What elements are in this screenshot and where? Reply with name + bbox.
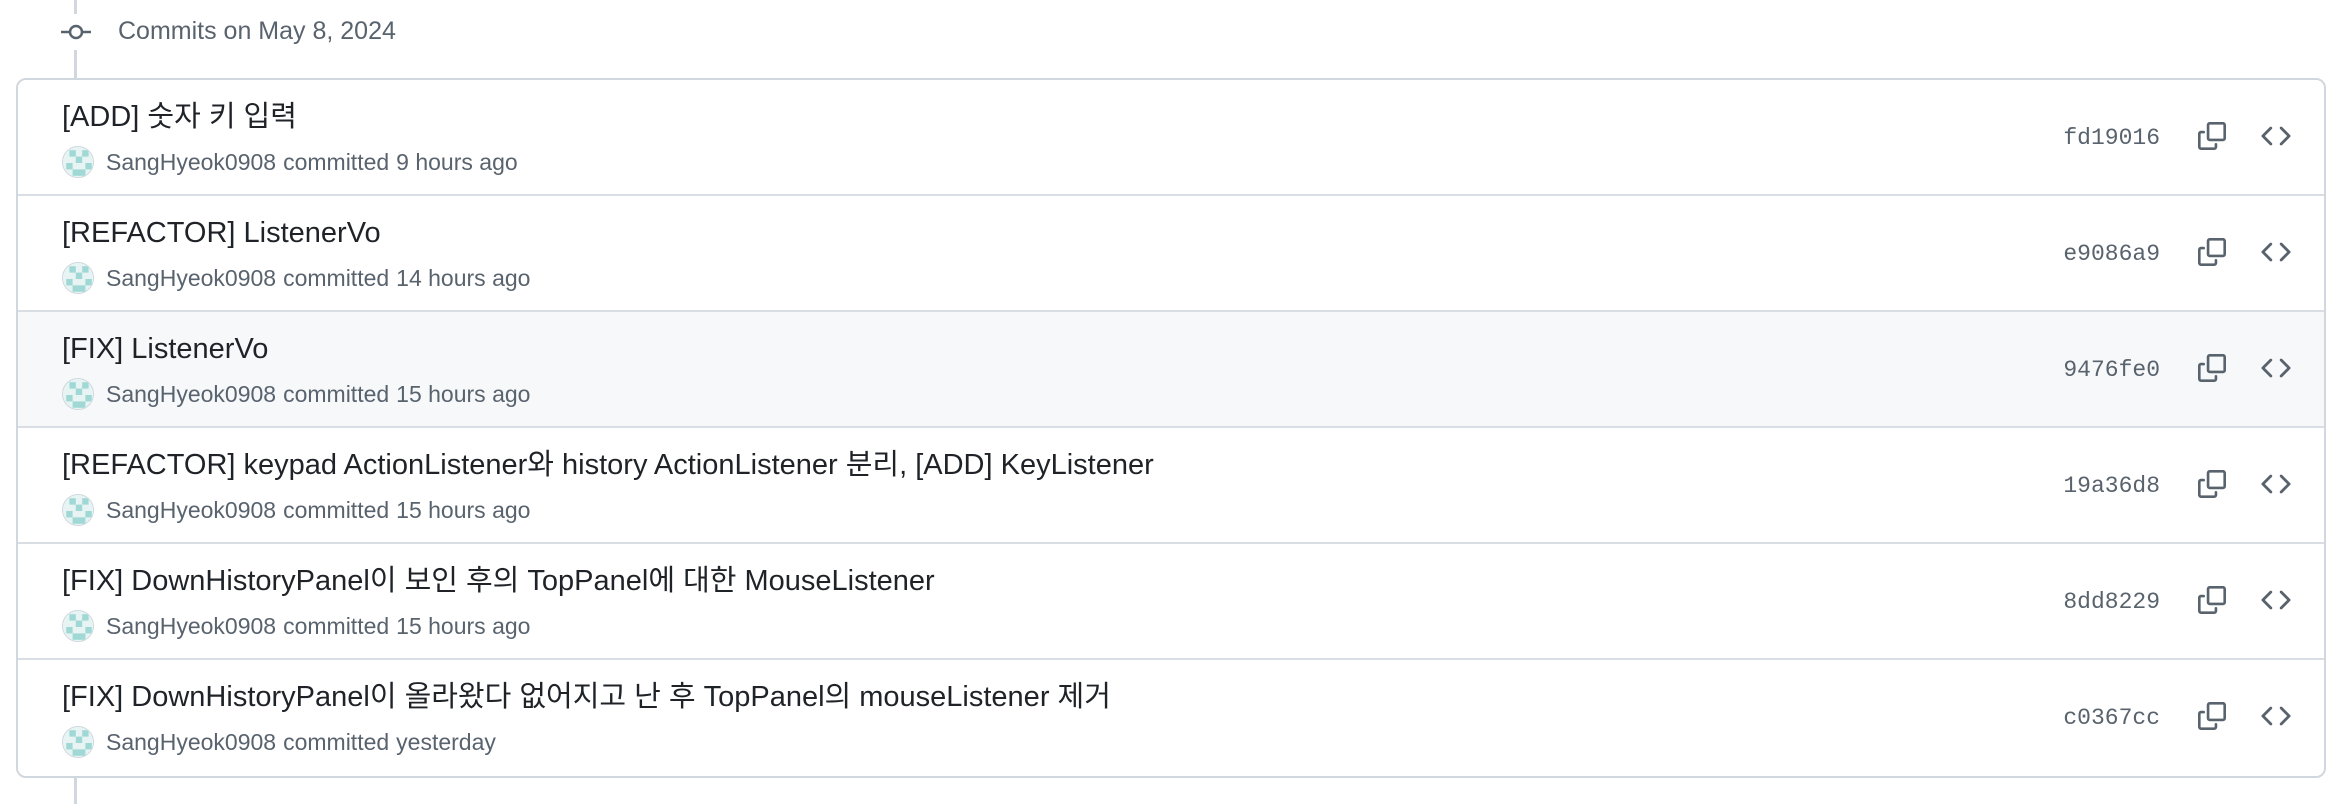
commit-row: [REFACTOR] keypad ActionListener와 histor…	[18, 428, 2324, 544]
commit-action-text: committed	[283, 612, 390, 639]
copy-icon	[2198, 701, 2226, 735]
copy-icon	[2198, 585, 2226, 619]
commit-list: [ADD] 숫자 키 입력 SangHyeok0908 committed 9 …	[16, 78, 2326, 778]
commit-sha-link[interactable]: 19a36d8	[2063, 468, 2160, 504]
copy-sha-button[interactable]	[2188, 694, 2236, 742]
copy-sha-button[interactable]	[2188, 578, 2236, 626]
commit-sha-link[interactable]: e9086a9	[2063, 236, 2160, 272]
avatar[interactable]	[62, 146, 94, 178]
commit-row: [FIX] DownHistoryPanel이 보인 후의 TopPanel에 …	[18, 544, 2324, 660]
code-icon	[2261, 353, 2291, 388]
commit-meta: SangHyeok0908 committed 14 hours ago	[62, 262, 530, 294]
avatar[interactable]	[62, 610, 94, 642]
code-icon	[2261, 121, 2291, 156]
commit-meta: SangHyeok0908 committed 15 hours ago	[62, 610, 530, 642]
copy-sha-button[interactable]	[2188, 346, 2236, 394]
commit-action-text: committed	[283, 496, 390, 523]
commit-row: [REFACTOR] ListenerVo SangHyeok0908 comm…	[18, 196, 2324, 312]
commit-meta: SangHyeok0908 committed 9 hours ago	[62, 146, 518, 178]
commit-author-link[interactable]: SangHyeok0908	[106, 497, 276, 524]
copy-sha-button[interactable]	[2188, 462, 2236, 510]
commit-author-link[interactable]: SangHyeok0908	[106, 149, 276, 176]
commit-row: [ADD] 숫자 키 입력 SangHyeok0908 committed 9 …	[18, 80, 2324, 196]
commit-author-link[interactable]: SangHyeok0908	[106, 265, 276, 292]
commit-action-text: committed	[283, 264, 390, 291]
commit-group-title: Commits on May 8, 2024	[118, 17, 396, 45]
commit-message-link[interactable]: [REFACTOR] keypad ActionListener와 histor…	[62, 446, 1154, 484]
code-icon	[2261, 701, 2291, 736]
commit-action-text: committed	[283, 728, 390, 755]
commit-message-link[interactable]: [ADD] 숫자 키 입력	[62, 98, 297, 136]
browse-repository-button[interactable]	[2252, 346, 2300, 394]
commit-time: 15 hours ago	[396, 612, 531, 639]
browse-repository-button[interactable]	[2252, 114, 2300, 162]
commit-meta: SangHyeok0908 committed 15 hours ago	[62, 494, 530, 526]
commit-meta: SangHyeok0908 committed 15 hours ago	[62, 378, 530, 410]
browse-repository-button[interactable]	[2252, 462, 2300, 510]
commit-time: yesterday	[396, 728, 496, 755]
copy-icon	[2198, 237, 2226, 271]
copy-sha-button[interactable]	[2188, 230, 2236, 278]
commit-time: 15 hours ago	[396, 380, 531, 407]
code-icon	[2261, 469, 2291, 504]
commit-sha-link[interactable]: c0367cc	[2063, 700, 2160, 736]
avatar[interactable]	[62, 378, 94, 410]
commit-sha-link[interactable]: fd19016	[2063, 120, 2160, 156]
git-commit-icon	[56, 14, 96, 50]
browse-repository-button[interactable]	[2252, 578, 2300, 626]
commit-row: [FIX] ListenerVo SangHyeok0908 committed…	[18, 312, 2324, 428]
copy-icon	[2198, 121, 2226, 155]
copy-sha-button[interactable]	[2188, 114, 2236, 162]
commit-row: [FIX] DownHistoryPanel이 올라왔다 없어지고 난 후 To…	[18, 660, 2324, 776]
commit-sha-link[interactable]: 9476fe0	[2063, 352, 2160, 388]
browse-repository-button[interactable]	[2252, 694, 2300, 742]
commit-sha-link[interactable]: 8dd8229	[2063, 584, 2160, 620]
commit-time: 9 hours ago	[396, 148, 518, 175]
commit-author-link[interactable]: SangHyeok0908	[106, 729, 276, 756]
commit-time: 14 hours ago	[396, 264, 531, 291]
avatar[interactable]	[62, 262, 94, 294]
code-icon	[2261, 237, 2291, 272]
copy-icon	[2198, 469, 2226, 503]
commit-group-header: Commits on May 8, 2024	[0, 0, 2342, 64]
commit-message-link[interactable]: [FIX] DownHistoryPanel이 보인 후의 TopPanel에 …	[62, 562, 935, 600]
copy-icon	[2198, 353, 2226, 387]
commit-message-link[interactable]: [FIX] DownHistoryPanel이 올라왔다 없어지고 난 후 To…	[62, 678, 1111, 716]
commit-author-link[interactable]: SangHyeok0908	[106, 613, 276, 640]
browse-repository-button[interactable]	[2252, 230, 2300, 278]
avatar[interactable]	[62, 726, 94, 758]
commit-message-link[interactable]: [REFACTOR] ListenerVo	[62, 214, 381, 252]
commit-author-link[interactable]: SangHyeok0908	[106, 381, 276, 408]
commit-action-text: committed	[283, 148, 390, 175]
commit-message-link[interactable]: [FIX] ListenerVo	[62, 330, 268, 368]
commit-time: 15 hours ago	[396, 496, 531, 523]
commit-meta: SangHyeok0908 committed yesterday	[62, 726, 496, 758]
avatar[interactable]	[62, 494, 94, 526]
commit-action-text: committed	[283, 380, 390, 407]
code-icon	[2261, 585, 2291, 620]
